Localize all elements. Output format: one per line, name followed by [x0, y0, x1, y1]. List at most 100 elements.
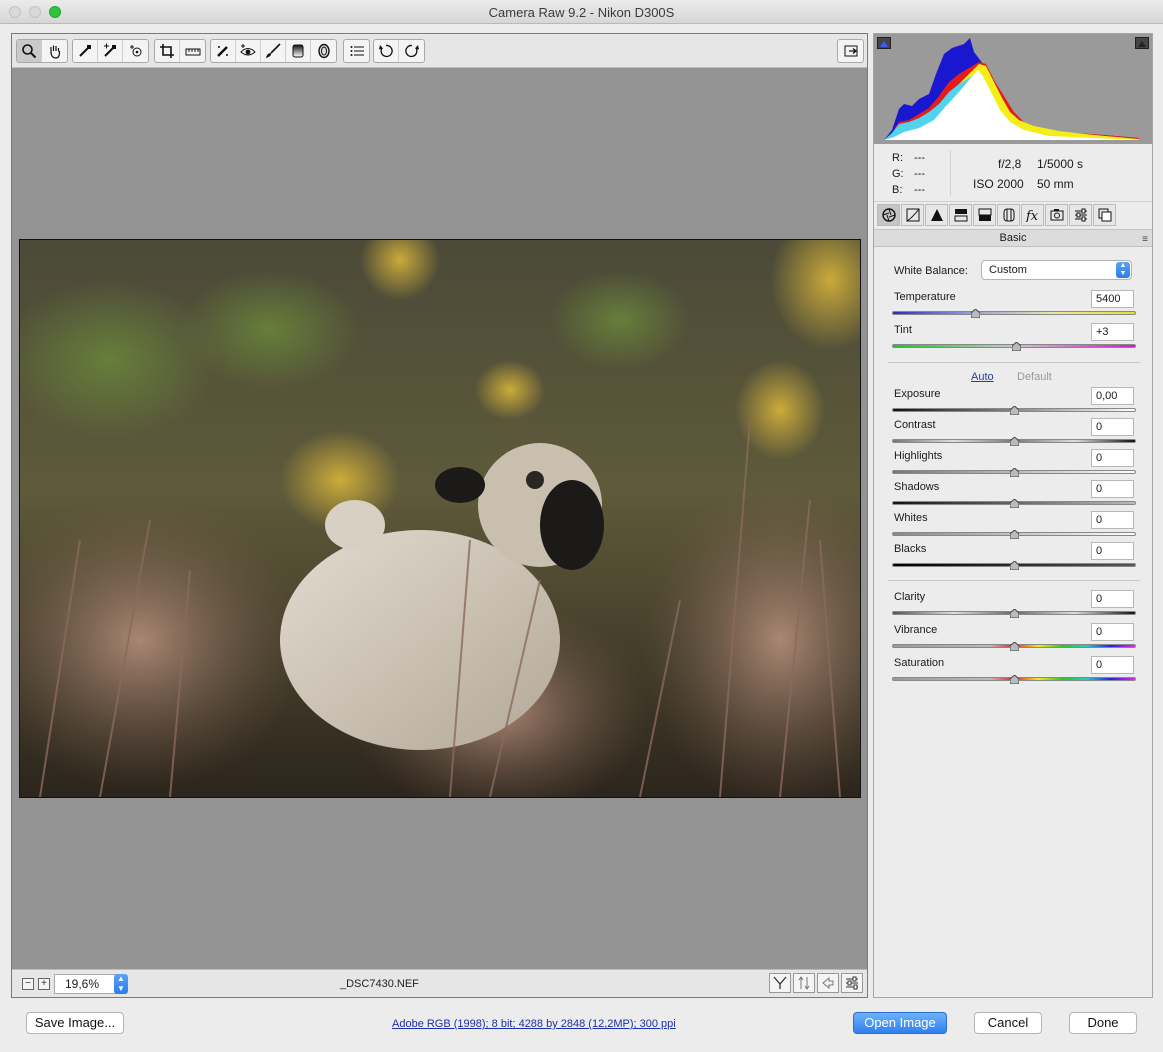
shadows-field[interactable]: 0	[1091, 480, 1134, 498]
status-bar: − + 19,6% ▲ ▼ _DSC7430.NEF	[12, 969, 867, 997]
exposure-thumb[interactable]	[1010, 406, 1019, 415]
hsl-icon	[954, 209, 967, 222]
whites-label: Whites	[894, 512, 928, 524]
title-bar: Camera Raw 9.2 - Nikon D300S	[0, 0, 1163, 24]
rotate-cw-button[interactable]	[399, 40, 424, 62]
tab-camera-calibration[interactable]	[1045, 204, 1068, 226]
rotate-tools	[373, 39, 425, 63]
crop-tools	[154, 39, 206, 63]
zoom-out-button[interactable]: −	[22, 978, 34, 990]
vibrance-field[interactable]: 0	[1091, 623, 1134, 641]
panel-menu-icon[interactable]: ≡	[1142, 232, 1148, 248]
auto-link[interactable]: Auto	[971, 371, 994, 383]
highlights-field[interactable]: 0	[1091, 449, 1134, 467]
fullscreen-button[interactable]	[838, 40, 863, 62]
workflow-options-link[interactable]: Adobe RGB (1998); 8 bit; 4288 by 2848 (1…	[392, 1018, 676, 1030]
tint-field[interactable]: +3	[1091, 323, 1134, 341]
cancel-button[interactable]: Cancel	[974, 1012, 1042, 1034]
tab-basic[interactable]	[877, 204, 900, 226]
temperature-thumb[interactable]	[970, 309, 980, 318]
highlights-thumb[interactable]	[1010, 468, 1019, 477]
white-balance-tool[interactable]	[73, 40, 98, 62]
blacks-label: Blacks	[894, 543, 927, 555]
blacks-thumb[interactable]	[1010, 561, 1019, 570]
targeted-adjustment-tool[interactable]	[123, 40, 148, 62]
rotate-ccw-icon	[379, 44, 393, 58]
shadows-label: Shadows	[894, 481, 940, 493]
open-image-button[interactable]: Open Image	[853, 1012, 947, 1034]
view-settings-button[interactable]	[841, 973, 863, 993]
whites-field[interactable]: 0	[1091, 511, 1134, 529]
svg-text:fx: fx	[1025, 209, 1039, 222]
preview-area: − + 19,6% ▲ ▼ _DSC7430.NEF	[11, 33, 868, 998]
white-balance-icon	[79, 45, 91, 57]
zoom-select-arrows[interactable]: ▲ ▼	[114, 974, 128, 994]
tint-label: Tint	[894, 324, 912, 336]
copy-settings-button[interactable]	[817, 973, 839, 993]
presets-icon	[1074, 208, 1087, 222]
shadow-clipping-toggle[interactable]	[877, 37, 891, 49]
white-balance-select[interactable]: Custom ▲ ▼	[981, 260, 1132, 280]
hand-tool[interactable]	[42, 40, 67, 62]
fullscreen-icon	[844, 45, 857, 57]
saturation-label: Saturation	[894, 657, 945, 669]
tab-detail[interactable]	[925, 204, 948, 226]
saturation-thumb[interactable]	[1010, 675, 1019, 684]
tab-hsl[interactable]	[949, 204, 972, 226]
tab-snapshots[interactable]	[1093, 204, 1116, 226]
tab-tone-curve[interactable]	[901, 204, 924, 226]
temperature-slider[interactable]	[892, 311, 1136, 315]
tab-lens-corrections[interactable]	[997, 204, 1020, 226]
swap-settings-button[interactable]	[793, 973, 815, 993]
temperature-field[interactable]: 5400	[1091, 290, 1134, 308]
contrast-thumb[interactable]	[1010, 437, 1019, 446]
image-preview[interactable]	[19, 239, 861, 798]
rotate-ccw-button[interactable]	[374, 40, 399, 62]
readout-divider	[950, 150, 951, 196]
clarity-field[interactable]: 0	[1091, 590, 1134, 608]
preferences-button[interactable]	[344, 40, 369, 62]
color-sampler-tool[interactable]	[98, 40, 123, 62]
separator	[888, 362, 1140, 363]
sliders-icon	[846, 976, 858, 990]
shutter-speed: 1/5000 s	[1037, 157, 1084, 171]
zoom-tool[interactable]	[17, 40, 42, 62]
blacks-field[interactable]: 0	[1091, 542, 1134, 560]
preferences-icon	[350, 46, 364, 56]
retouch-tools	[210, 39, 337, 63]
saturation-field[interactable]: 0	[1091, 656, 1134, 674]
whites-thumb[interactable]	[1010, 530, 1019, 539]
tab-presets[interactable]	[1069, 204, 1092, 226]
photo	[20, 240, 860, 797]
graduated-filter-tool[interactable]	[286, 40, 311, 62]
straighten-tool[interactable]	[180, 40, 205, 62]
tint-thumb[interactable]	[1012, 342, 1022, 351]
histogram	[874, 34, 1152, 144]
highlight-clipping-toggle[interactable]	[1135, 37, 1149, 49]
exposure-field[interactable]: 0,00	[1091, 387, 1134, 405]
preferences-tools	[343, 39, 370, 63]
swap-icon	[798, 976, 810, 990]
blue-readout: B: ---	[892, 184, 925, 196]
clarity-thumb[interactable]	[1010, 609, 1019, 618]
default-link[interactable]: Default	[1017, 371, 1052, 383]
contrast-label: Contrast	[894, 419, 936, 431]
save-image-button[interactable]: Save Image...	[26, 1012, 124, 1034]
tab-effects[interactable]: fx	[1021, 204, 1044, 226]
contrast-field[interactable]: 0	[1091, 418, 1134, 436]
crop-tool[interactable]	[155, 40, 180, 62]
iso: ISO 2000	[973, 177, 1024, 191]
red-eye-tool[interactable]	[236, 40, 261, 62]
exposure-label: Exposure	[894, 388, 941, 400]
tab-split-toning[interactable]	[973, 204, 996, 226]
done-button[interactable]: Done	[1069, 1012, 1137, 1034]
before-after-toggle[interactable]	[769, 973, 791, 993]
zoom-in-button[interactable]: +	[38, 978, 50, 990]
radial-filter-tool[interactable]	[311, 40, 336, 62]
adjustment-brush-tool[interactable]	[261, 40, 286, 62]
highlights-label: Highlights	[894, 450, 943, 462]
spot-removal-tool[interactable]	[211, 40, 236, 62]
shadows-thumb[interactable]	[1010, 499, 1019, 508]
snapshots-icon	[1098, 208, 1111, 222]
vibrance-thumb[interactable]	[1010, 642, 1019, 651]
